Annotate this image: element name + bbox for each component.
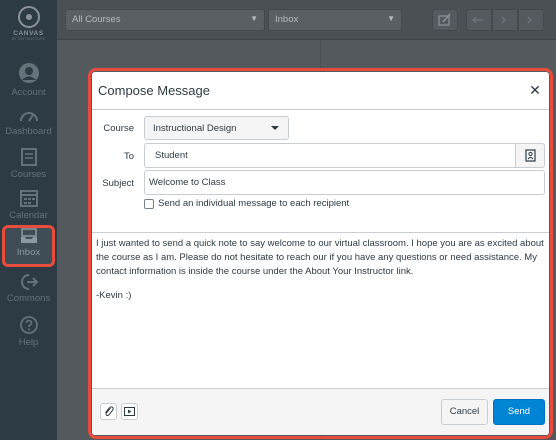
global-nav: CANVAS BY INSTRUCTURE Account Dashboard … xyxy=(0,0,57,440)
nav-label-calendar: Calendar xyxy=(9,210,48,221)
compose-icon xyxy=(438,13,451,26)
course-select-value: Instructional Design xyxy=(153,123,237,134)
nav-item-commons[interactable]: Commons xyxy=(0,274,57,304)
nav-item-courses[interactable]: Courses xyxy=(0,148,57,180)
reply-all-button[interactable] xyxy=(492,9,518,31)
to-field[interactable]: Student xyxy=(144,143,516,168)
inbox-icon xyxy=(20,228,37,243)
canvas-logo-icon xyxy=(17,6,40,28)
cancel-button[interactable]: Cancel xyxy=(441,399,488,425)
course-select[interactable]: Instructional Design xyxy=(144,116,289,140)
recipient-token[interactable]: Student xyxy=(155,150,188,161)
archive-button[interactable] xyxy=(518,9,544,31)
canvas-logo[interactable]: CANVAS BY INSTRUCTURE xyxy=(0,6,57,41)
message-signoff: -Kevin :) xyxy=(96,290,132,301)
reply-icon xyxy=(472,16,483,24)
modal-title: Compose Message xyxy=(98,83,210,98)
body-divider xyxy=(92,232,549,233)
nav-label-courses: Courses xyxy=(10,169,47,180)
inbox-toolbar: All Courses ▼ Inbox ▼ xyxy=(57,0,556,40)
mailbox-filter-value: Inbox xyxy=(275,14,299,25)
paperclip-icon xyxy=(105,406,114,417)
message-body[interactable]: I just wanted to send a quick note to sa… xyxy=(96,237,545,313)
nav-item-calendar[interactable]: Calendar xyxy=(0,189,57,221)
compose-button[interactable] xyxy=(432,9,458,31)
chevron-down-icon: ▼ xyxy=(387,14,395,23)
nav-label-commons: Commons xyxy=(6,293,51,304)
send-button[interactable]: Send xyxy=(493,399,545,425)
media-icon xyxy=(124,407,135,416)
nav-label-inbox: Inbox xyxy=(16,247,41,258)
message-paragraph: I just wanted to send a quick note to sa… xyxy=(96,238,544,277)
individual-message-label[interactable]: Send an individual message to each recip… xyxy=(158,198,349,209)
nav-item-inbox[interactable]: Inbox xyxy=(0,228,57,258)
address-book-button[interactable] xyxy=(515,143,545,168)
close-icon[interactable]: ✕ xyxy=(528,82,542,98)
course-filter-select[interactable]: All Courses ▼ xyxy=(65,9,265,31)
nav-item-account[interactable]: Account xyxy=(0,62,57,98)
to-label: To xyxy=(123,151,134,162)
courses-icon xyxy=(20,148,37,166)
account-icon xyxy=(18,63,39,83)
caret-down-icon xyxy=(271,126,279,130)
mailbox-filter-select[interactable]: Inbox ▼ xyxy=(268,9,402,31)
nav-label-account: Account xyxy=(11,87,46,98)
subject-value: Welcome to Class xyxy=(149,177,226,188)
course-label: Course xyxy=(103,123,134,134)
individual-message-checkbox[interactable] xyxy=(144,199,154,209)
modal-header: Compose Message ✕ xyxy=(92,72,549,110)
attach-file-button[interactable] xyxy=(100,403,117,420)
nav-label-help: Help xyxy=(18,337,39,348)
chevron-down-icon: ▼ xyxy=(250,14,258,23)
course-filter-value: All Courses xyxy=(72,14,121,25)
archive-icon xyxy=(527,16,532,24)
help-icon xyxy=(19,316,38,334)
modal-footer: Cancel Send xyxy=(92,388,549,435)
nav-label-dashboard: Dashboard xyxy=(5,126,52,137)
reply-button[interactable] xyxy=(466,9,492,31)
commons-icon xyxy=(20,274,38,290)
dashboard-icon xyxy=(19,112,38,122)
address-book-icon xyxy=(525,149,536,162)
reply-all-icon xyxy=(501,16,506,24)
calendar-icon xyxy=(19,190,38,207)
nav-item-dashboard[interactable]: Dashboard xyxy=(0,109,57,137)
brand-sub: BY INSTRUCTURE xyxy=(11,37,46,41)
brand-word: CANVAS xyxy=(13,30,44,37)
record-media-button[interactable] xyxy=(121,403,138,420)
subject-input[interactable]: Welcome to Class xyxy=(144,170,545,195)
nav-item-help[interactable]: Help xyxy=(0,316,57,348)
compose-modal: Compose Message ✕ Course Instructional D… xyxy=(92,72,549,435)
subject-label: Subject xyxy=(102,178,134,189)
